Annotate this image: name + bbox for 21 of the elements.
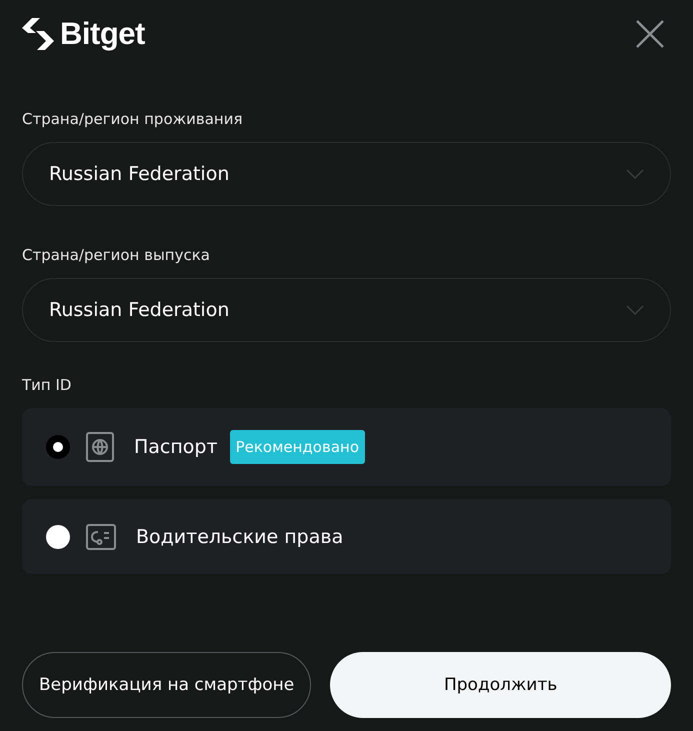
id-type-option[interactable]: Паспорт Рекомендовано xyxy=(22,408,671,486)
option-label: Водительские права xyxy=(136,526,344,548)
id-card-icon xyxy=(86,524,116,550)
chevron-down-icon xyxy=(626,169,644,179)
id-type-option[interactable]: Водительские права xyxy=(22,499,671,574)
option-label: Паспорт xyxy=(134,436,218,458)
continue-button[interactable]: Продолжить xyxy=(330,652,671,718)
logo-text: Bitget xyxy=(60,16,145,52)
field-label: Тип ID xyxy=(22,376,72,394)
passport-icon xyxy=(86,432,114,462)
radio-button[interactable] xyxy=(46,435,70,459)
radio-button[interactable] xyxy=(46,524,70,548)
country-select[interactable]: Russian Federation xyxy=(22,142,671,206)
logo-icon xyxy=(22,18,56,50)
field-label: Страна/регион выпуска xyxy=(22,246,211,264)
smartphone-verification-button[interactable]: Верификация на смартфоне xyxy=(22,652,312,718)
recommended-badge: Рекомендовано xyxy=(230,430,365,464)
chevron-down-icon xyxy=(626,305,644,315)
field-label: Страна/регион проживания xyxy=(22,110,244,128)
close-button[interactable] xyxy=(635,19,665,49)
country-select[interactable]: Russian Federation xyxy=(22,278,671,342)
